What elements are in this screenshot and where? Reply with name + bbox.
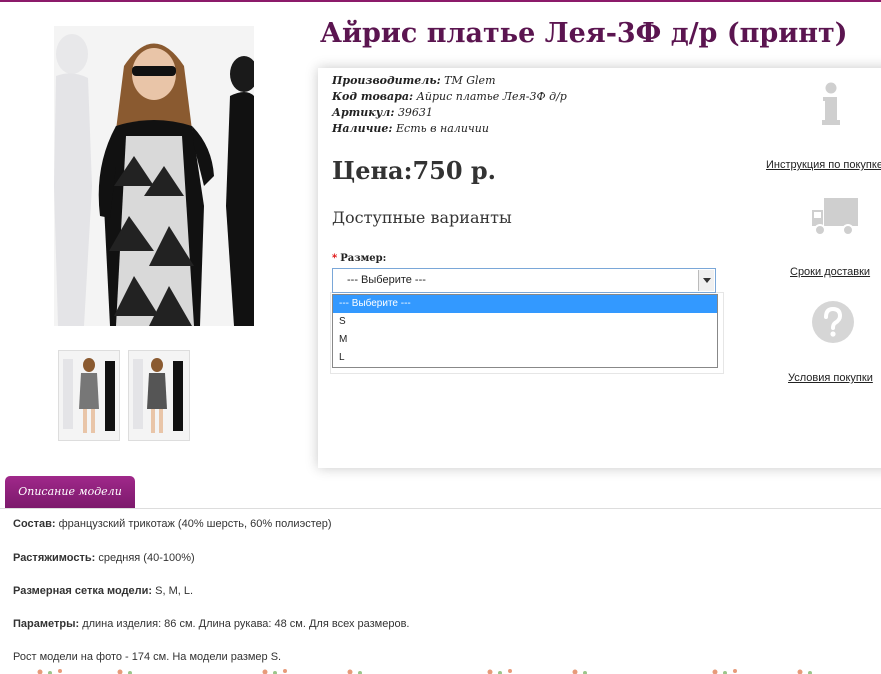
size-label-text: Размер: [340,253,387,264]
size-dropdown-list: --- Выберите --- S M L [332,294,718,368]
attr-key: Производитель: [332,74,441,87]
desc-value: S, M, L. [152,585,194,597]
size-option-s[interactable]: S [333,313,717,331]
product-attributes: Производитель: TM Glem Код товара: Айрис… [332,73,567,137]
variants-heading: Доступные варианты [332,208,512,227]
attr-manufacturer: Производитель: TM Glem [332,73,567,89]
size-option-l[interactable]: L [333,349,717,367]
desc-value: длина изделия: 86 см. Длина рукава: 48 с… [79,618,410,630]
question-icon [812,301,854,343]
product-info-panel: Производитель: TM Glem Код товара: Айрис… [318,68,881,468]
product-title: Айрис платье Лея-3Ф д/р (принт) [320,18,848,49]
tab-divider [0,508,881,509]
instruction-link[interactable]: Инструкция по покупке [766,159,881,171]
size-select[interactable]: --- Выберите --- [332,268,716,293]
attr-article: Артикул: 39631 [332,105,567,121]
desc-value: французский трикотаж (40% шерсть, 60% по… [55,518,332,530]
attr-product-code: Код товара: Айрис платье Лея-3Ф д/р [332,89,567,105]
desc-size-grid: Размерная сетка модели: S, M, L. [13,585,193,597]
attr-value: Айрис платье Лея-3Ф д/р [416,90,567,103]
size-option-placeholder[interactable]: --- Выберите --- [333,295,717,313]
attr-value: Есть в наличии [396,122,489,135]
product-main-photo[interactable] [54,26,254,326]
desc-key: Размерная сетка модели: [13,585,153,597]
size-label: * Размер: [332,253,386,264]
delivery-link[interactable]: Сроки доставки [790,266,870,278]
desc-composition: Состав: французский трикотаж (40% шерсть… [13,518,332,530]
attr-key: Артикул: [332,106,395,119]
floral-border-decoration [37,669,812,674]
product-thumbnail[interactable] [58,350,120,441]
attr-key: Код товара: [332,90,414,103]
product-thumbnail[interactable] [128,350,190,441]
desc-key: Растяжимость: [13,552,96,564]
desc-parameters: Параметры: длина изделия: 86 см. Длина р… [13,618,410,630]
thumbnail-photo [59,351,119,440]
size-select-value: --- Выберите --- [347,274,426,286]
desc-key: Состав: [13,518,56,530]
attr-value: TM Glem [444,74,496,87]
attr-key: Наличие: [332,122,393,135]
size-option-m[interactable]: M [333,331,717,349]
desc-key: Параметры: [13,618,80,630]
top-accent-line [0,0,881,2]
tab-model-description[interactable]: Описание модели [5,476,135,508]
desc-model-height: Рост модели на фото - 174 см. На модели … [13,651,281,663]
required-mark: * [332,253,338,264]
thumbnail-photo [129,351,189,440]
dress-photo-illustration [54,26,254,326]
desc-stretch: Растяжимость: средняя (40-100%) [13,552,195,564]
attr-availability: Наличие: Есть в наличии [332,121,567,137]
attr-value: 39631 [397,106,433,119]
desc-value: Рост модели на фото - 174 см. На модели … [13,651,282,663]
product-price: Цена:750 р. [332,156,497,185]
desc-value: средняя (40-100%) [95,552,195,564]
chevron-down-icon[interactable] [698,270,714,291]
truck-icon [812,198,858,236]
info-icon [822,82,840,125]
conditions-link[interactable]: Условия покупки [788,372,873,384]
